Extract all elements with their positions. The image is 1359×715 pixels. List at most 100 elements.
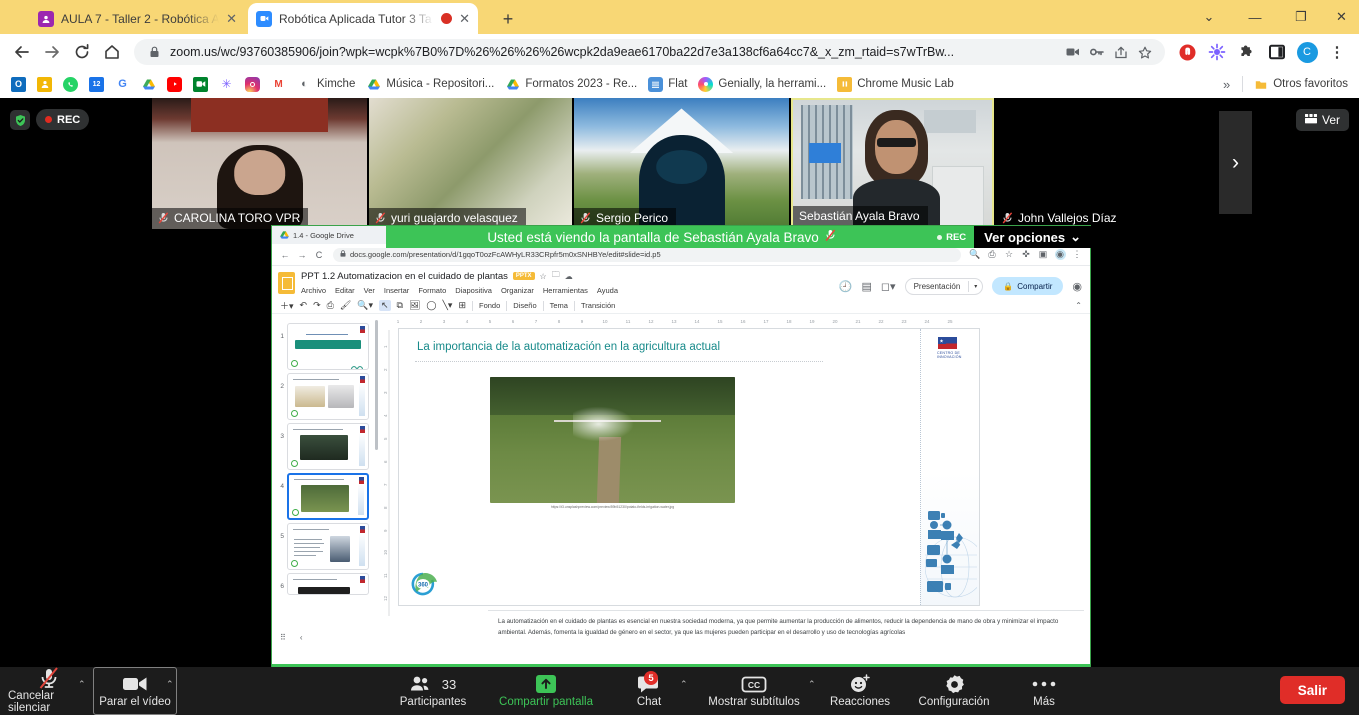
thumbnail-row[interactable]: 5: [272, 520, 380, 570]
forward-icon[interactable]: [38, 38, 66, 66]
address-bar[interactable]: zoom.us/wc/93760385906/join?wpk=wcpk%7B0…: [134, 39, 1165, 65]
bookmark-sun[interactable]: ✳: [214, 75, 239, 94]
menu-insertar[interactable]: Insertar: [384, 286, 409, 295]
new-tab-button[interactable]: +: [495, 8, 521, 30]
bookmark-formatos[interactable]: Formatos 2023 - Re...: [500, 75, 642, 94]
share-screen-button[interactable]: Compartir pantalla: [484, 669, 608, 713]
video-button[interactable]: Parar el vídeo: [94, 669, 176, 713]
present-button[interactable]: Presentación ▾: [905, 278, 984, 295]
chrome-menu-icon[interactable]: ⋮: [1323, 38, 1351, 66]
image-icon[interactable]: 🖼: [409, 300, 420, 311]
document-title[interactable]: PPT 1.2 Automatizacion en el cuidado de …: [301, 271, 508, 282]
reload-icon[interactable]: [68, 38, 96, 66]
mute-options-caret-icon[interactable]: ⌃: [78, 679, 86, 690]
close-icon[interactable]: ✕: [459, 12, 470, 25]
meet-camera-icon[interactable]: ◻▾: [881, 280, 896, 293]
history-icon[interactable]: 🕘: [839, 280, 853, 293]
menu-ver[interactable]: Ver: [364, 286, 375, 295]
bookmark-whatsapp[interactable]: [58, 75, 83, 94]
bookmark-flat[interactable]: Flat: [643, 75, 692, 94]
menu-ayuda[interactable]: Ayuda: [597, 286, 618, 295]
thumbnail-row[interactable]: 4: [272, 470, 380, 520]
settings-button[interactable]: Configuración: [902, 669, 1006, 713]
menu-diapositiva[interactable]: Diapositiva: [455, 286, 492, 295]
bookmark-meet[interactable]: [188, 75, 213, 94]
bookmark-musica[interactable]: Música - Repositori...: [361, 75, 499, 94]
next-page-button[interactable]: ›: [1219, 111, 1252, 214]
meet-audio-icon[interactable]: ◉: [1072, 280, 1082, 293]
chevron-down-icon[interactable]: ⌄: [1186, 0, 1232, 34]
reload-icon[interactable]: C: [312, 248, 326, 262]
zoom-icon[interactable]: 🔍▾: [357, 300, 373, 311]
camera-icon[interactable]: [1064, 46, 1081, 58]
participant-tile-active-speaker[interactable]: Sebastián Ayala Bravo: [791, 98, 994, 229]
slide-thumbnail-1[interactable]: [287, 323, 369, 370]
thumbnail-row[interactable]: 2: [272, 370, 380, 420]
shared-address-bar[interactable]: docs.google.com/presentation/d/1gqoT0ozF…: [333, 248, 961, 262]
video-options-caret-icon[interactable]: ⌃: [166, 679, 174, 690]
thumbnail-row[interactable]: 6: [272, 570, 380, 595]
transition-button[interactable]: Transición: [581, 301, 615, 310]
back-icon[interactable]: ←: [278, 248, 292, 262]
collapse-toolbar-icon[interactable]: ⌃: [1075, 301, 1082, 310]
table-icon[interactable]: ⊞: [458, 300, 466, 311]
browser-tab-aula7[interactable]: AULA 7 - Taller 2 - Robótica Aplic ✕: [30, 3, 245, 34]
grid-icon[interactable]: ⠿: [280, 633, 286, 642]
forward-icon[interactable]: →: [295, 248, 309, 262]
minimize-icon[interactable]: —: [1232, 0, 1278, 34]
thumbnail-scrollbar[interactable]: [375, 320, 378, 450]
shape-icon[interactable]: ◯: [426, 300, 436, 311]
key-icon[interactable]: [1088, 46, 1105, 58]
bookmark-calendar[interactable]: 12: [84, 75, 109, 94]
thumbnail-row[interactable]: 1: [272, 320, 380, 370]
bookmark-youtube[interactable]: [162, 75, 187, 94]
home-icon[interactable]: [98, 38, 126, 66]
paint-format-icon[interactable]: 🖌: [340, 300, 351, 311]
slide-thumbnail-panel[interactable]: 1 2: [272, 314, 380, 646]
slide-image[interactable]: [490, 377, 735, 503]
leave-meeting-button[interactable]: Salir: [1280, 676, 1345, 704]
captions-button[interactable]: CC Mostrar subtítulos: [697, 669, 811, 713]
textbox-icon[interactable]: ⧉: [397, 300, 403, 311]
menu-formato[interactable]: Formato: [418, 286, 446, 295]
participant-tile[interactable]: yuri guajardo velasquez: [369, 98, 572, 229]
adblock-icon[interactable]: [1173, 38, 1201, 66]
slide-title[interactable]: La importancia de la automatización en l…: [417, 341, 817, 353]
plus-new-slide-icon[interactable]: ＋▾: [280, 299, 294, 312]
bookmark-star-icon[interactable]: ☆: [1002, 248, 1016, 262]
view-options-button[interactable]: Ver opciones ⌄: [974, 226, 1091, 248]
cloud-saved-icon[interactable]: ☁: [565, 272, 573, 281]
close-window-icon[interactable]: ✕: [1324, 0, 1359, 34]
slide-editing-area[interactable]: La importancia de la automatización en l…: [398, 328, 980, 606]
shared-window-tab[interactable]: 1.4 - Google Drive: [272, 231, 354, 240]
bookmark-contacts[interactable]: [32, 75, 57, 94]
comment-icon[interactable]: ▤: [862, 280, 872, 293]
slide-thumbnail-2[interactable]: [287, 373, 369, 420]
zoom-icon[interactable]: 🔍: [968, 248, 982, 262]
extension-star-icon[interactable]: [1203, 38, 1231, 66]
present-caret-icon[interactable]: ▾: [969, 283, 982, 290]
participants-button[interactable]: 33 Participantes: [390, 669, 476, 713]
speaker-notes-text[interactable]: La automatización en el cuidado de plant…: [498, 616, 1074, 639]
captions-options-caret-icon[interactable]: ⌃: [808, 679, 816, 690]
bookmark-outlook[interactable]: O: [6, 75, 31, 94]
speaker-notes-panel[interactable]: La automatización en el cuidado de plant…: [488, 610, 1084, 646]
star-icon[interactable]: ☆: [540, 272, 547, 281]
more-button[interactable]: Más: [1010, 669, 1078, 713]
menu-herramientas[interactable]: Herramientas: [543, 286, 588, 295]
menu-editar[interactable]: Editar: [335, 286, 355, 295]
maximize-icon[interactable]: ❐: [1278, 0, 1324, 34]
other-bookmarks-folder[interactable]: Otros favoritos: [1248, 75, 1353, 94]
slide-canvas[interactable]: 1234 5678 9101112 13141516 17181920 2122…: [380, 314, 1090, 646]
puzzle-extension-icon[interactable]: [1233, 38, 1261, 66]
participant-tile[interactable]: Sergio Perico: [574, 98, 789, 229]
puzzle-extension-icon[interactable]: ✜: [1019, 248, 1033, 262]
slide-thumbnail-3[interactable]: [287, 423, 369, 470]
menu-organizar[interactable]: Organizar: [501, 286, 534, 295]
bookmark-genially[interactable]: Genially, la herrami...: [693, 75, 831, 94]
view-button[interactable]: Ver: [1296, 109, 1349, 131]
bookmark-music-lab[interactable]: Chrome Music Lab: [832, 75, 959, 94]
select-cursor-icon[interactable]: ↖: [379, 300, 391, 311]
theme-button[interactable]: Tema: [550, 301, 568, 310]
menu-icon[interactable]: ⋮: [1070, 248, 1084, 262]
